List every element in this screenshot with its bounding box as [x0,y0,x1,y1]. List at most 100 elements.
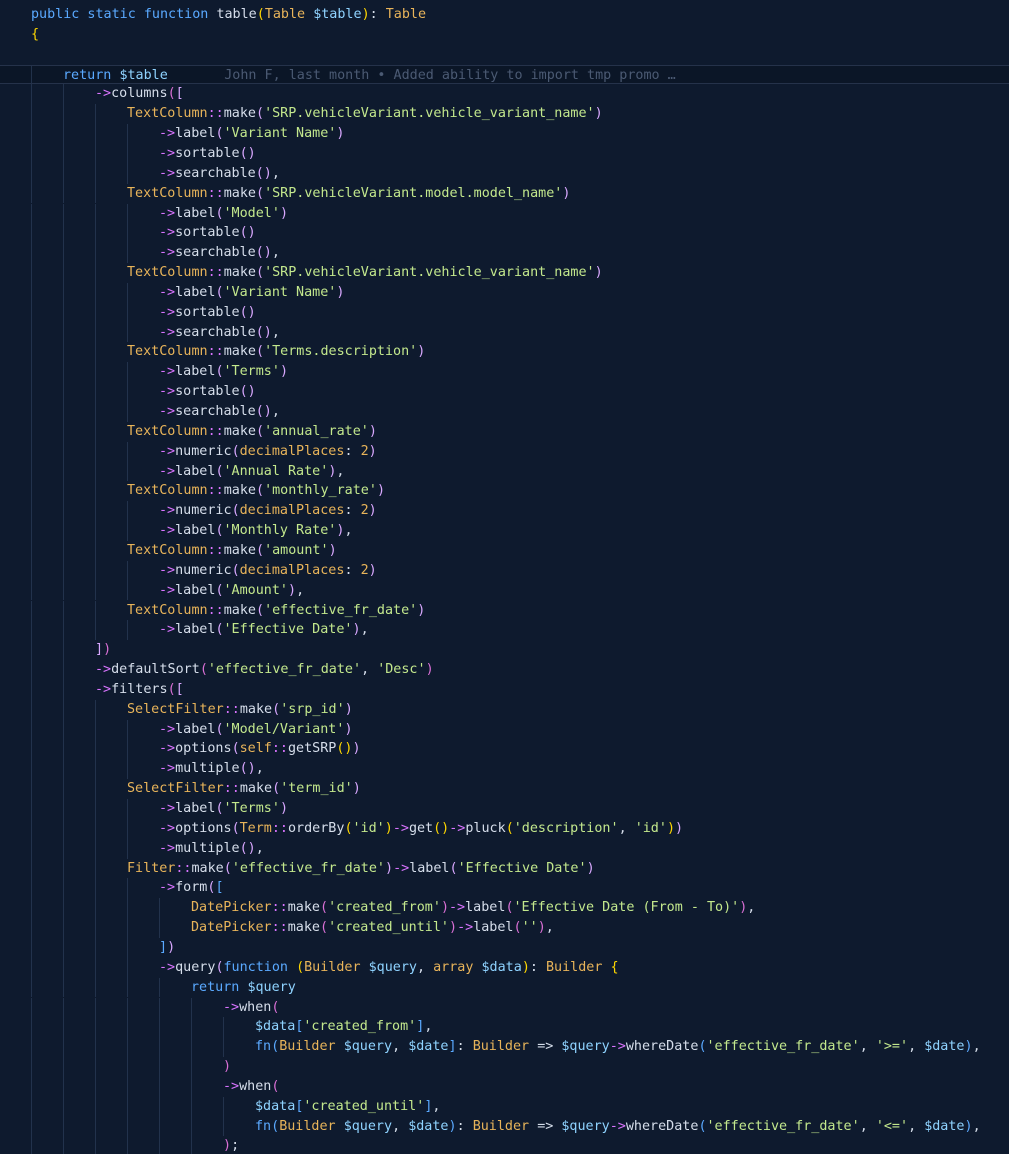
code-token: return [63,67,120,83]
code-line[interactable]: TextColumn::make('effective_fr_date') [0,600,1009,621]
code-line[interactable]: ->searchable(), [0,243,1009,264]
indent-guide [127,818,128,839]
code-token: ( [256,344,265,360]
indent-guide [95,521,96,541]
code-line[interactable]: ->label('Annual Rate'), [0,461,1009,482]
code-line[interactable]: TextColumn::make('amount') [0,540,1009,561]
code-line[interactable]: TextColumn::make('SRP.vehicleVariant.veh… [0,104,1009,125]
code-line[interactable]: TextColumn::make('SRP.vehicleVariant.veh… [0,263,1009,283]
code-token: () [239,304,256,320]
code-editor[interactable]: public static function table (Table $tabl… [0,0,1009,1154]
indent-guide [31,382,32,402]
code-line[interactable]: Filter::make('effective_fr_date')->label… [0,858,1009,879]
code-line[interactable]: SelectFilter::make('term_id') [0,779,1009,799]
code-line[interactable]: ->label('Model') [0,203,1009,224]
code-line[interactable]: ->sortable() [0,223,1009,244]
code-line[interactable]: ->label('Terms') [0,799,1009,819]
code-token: () [433,820,450,836]
code-token: -> [159,304,176,320]
code-line[interactable]: TextColumn::make('monthly_rate') [0,481,1009,502]
code-token: Builder [279,1039,344,1055]
code-line[interactable]: ->filters([ [0,679,1009,700]
code-token: label [175,523,216,539]
code-line[interactable]: ->numeric(decimalPlaces: 2) [0,560,1009,581]
code-token: 'amount' [264,542,329,558]
code-line[interactable]: fn(Builder $query, $date): Builder => $q… [0,1116,1009,1137]
code-line[interactable]: ->multiple(), [0,838,1009,859]
code-token: -> [159,284,176,300]
code-line[interactable]: ->form([ [0,878,1009,899]
code-token: , [424,1019,433,1035]
code-line[interactable]: $data['created_until'], [0,1096,1009,1117]
code-line[interactable]: ->label('Monthly Rate'), [0,521,1009,541]
code-line[interactable]: ->numeric(decimalPlaces: 2) [0,501,1009,522]
code-line[interactable]: ->when( [0,997,1009,1018]
code-token: -> [223,999,240,1015]
code-token: [ [215,880,224,896]
indent-guide [31,660,32,680]
code-line[interactable]: ->query(function (Builder $query, array … [0,957,1009,978]
code-line[interactable] [0,45,1009,65]
code-line[interactable]: return $query [0,977,1009,998]
indent-guide [63,302,64,323]
code-line[interactable]: ->defaultSort('effective_fr_date', 'Desc… [0,660,1009,680]
code-line[interactable]: return $table John F, last month • Added… [0,64,1009,85]
code-line[interactable]: DatePicker::make('created_from')->label(… [0,898,1009,919]
code-token: numeric [175,562,232,578]
code-line[interactable]: ->multiple(), [0,759,1009,780]
code-line[interactable]: public static function table(Table $tabl… [0,5,1009,25]
code-line[interactable]: SelectFilter::make('srp_id') [0,699,1009,720]
code-token: -> [95,681,112,697]
code-line[interactable]: ->sortable() [0,143,1009,164]
code-line[interactable]: ->searchable(), [0,163,1009,184]
code-line[interactable]: TextColumn::make('SRP.vehicleVariant.mod… [0,183,1009,204]
indent-guide [31,977,32,998]
git-blame-annotation[interactable]: John F, last month • Added ability to im… [168,68,675,83]
indent-guide [63,1057,64,1077]
code-token: ) [344,721,353,737]
code-token: form [175,880,208,896]
code-token: 'Terms' [223,801,280,816]
code-line[interactable]: ->numeric(decimalPlaces: 2) [0,441,1009,462]
code-token: -> [159,463,176,479]
code-line[interactable]: $data['created_from'], [0,1017,1009,1038]
code-line[interactable]: ->when( [0,1076,1009,1097]
code-line[interactable]: ->label('Variant Name') [0,282,1009,303]
code-line[interactable]: ->searchable(), [0,322,1009,343]
code-line[interactable]: ->label('Amount'), [0,580,1009,601]
code-token: label [175,721,216,737]
indent-guide [31,918,32,938]
code-text: ->filters([ [95,680,184,700]
code-line[interactable]: ->searchable(), [0,402,1009,422]
indent-guide [63,918,64,938]
code-line[interactable]: ->label('Terms') [0,362,1009,383]
code-line[interactable]: ->sortable() [0,382,1009,402]
code-token: -> [609,1118,626,1134]
indent-guide [95,1136,96,1154]
code-token: ) [103,642,112,658]
code-line[interactable]: ]) [0,640,1009,661]
indent-guide [63,1116,64,1137]
indent-guide [31,243,32,264]
code-line[interactable]: ->label('Effective Date'), [0,620,1009,641]
code-line[interactable]: ->sortable() [0,302,1009,323]
code-text: ->searchable(), [159,164,280,184]
code-line[interactable]: { [0,25,1009,45]
code-line[interactable]: DatePicker::make('created_until')->label… [0,918,1009,938]
code-line[interactable]: ->options(Term::orderBy('id')->get()->pl… [0,818,1009,839]
code-line[interactable]: ]) [0,937,1009,958]
indent-guide [63,878,64,899]
code-line[interactable]: ) [0,1057,1009,1077]
code-line[interactable]: fn(Builder $query, $date]: Builder => $q… [0,1037,1009,1058]
code-token: ( [698,1118,707,1134]
code-token: ) [368,423,377,439]
indent-guide [127,1136,128,1154]
code-line[interactable]: TextColumn::make('Terms.description') [0,342,1009,363]
code-line[interactable]: ->label('Variant Name') [0,124,1009,144]
indent-guide [127,243,128,264]
code-line[interactable]: ->label('Model/Variant') [0,719,1009,740]
code-line[interactable]: ); [0,1136,1009,1154]
code-line[interactable]: TextColumn::make('annual_rate') [0,421,1009,442]
code-line[interactable]: ->options(self::getSRP()) [0,739,1009,760]
code-line[interactable]: ->columns([ [0,84,1009,105]
